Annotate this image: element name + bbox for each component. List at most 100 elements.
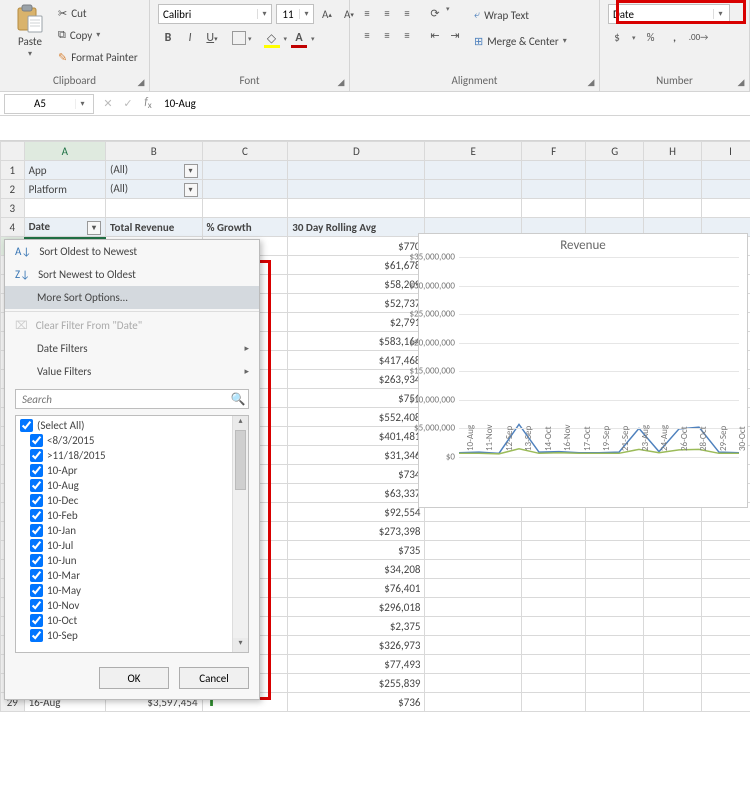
cell-header-rolling[interactable]: 30 Day Rolling Avg — [288, 218, 425, 237]
filter-checkbox[interactable] — [30, 449, 43, 462]
cell[interactable] — [644, 199, 702, 218]
cell[interactable] — [702, 655, 750, 674]
bold-button[interactable]: B — [158, 28, 178, 48]
cell[interactable] — [106, 199, 202, 218]
col-header-C[interactable]: C — [202, 142, 288, 161]
cell[interactable] — [644, 541, 702, 560]
cell[interactable] — [425, 180, 521, 199]
cell[interactable]: $77,493 — [288, 655, 425, 674]
percent-button[interactable]: % — [642, 28, 660, 46]
cell[interactable] — [586, 579, 644, 598]
increase-indent-icon[interactable]: ⇥ — [446, 26, 464, 44]
cell[interactable] — [586, 199, 644, 218]
underline-button[interactable]: U▾ — [202, 28, 222, 48]
cell[interactable] — [521, 180, 585, 199]
filter-drop-icon[interactable]: ▾ — [184, 164, 198, 178]
select-all-corner[interactable] — [1, 142, 25, 161]
cell-header-revenue[interactable]: Total Revenue — [106, 218, 202, 237]
cell[interactable] — [586, 161, 644, 180]
cell[interactable] — [644, 180, 702, 199]
filter-checkbox[interactable] — [30, 464, 43, 477]
merge-center-button[interactable]: ⊞ Merge & Center ▾ — [474, 30, 567, 52]
filter-drop-icon[interactable]: ▾ — [87, 221, 101, 235]
cell[interactable] — [702, 617, 750, 636]
cell[interactable] — [586, 541, 644, 560]
cell[interactable] — [521, 636, 585, 655]
filter-checkbox[interactable] — [30, 569, 43, 582]
comma-button[interactable]: , — [666, 28, 684, 46]
col-header-H[interactable]: H — [644, 142, 702, 161]
cell[interactable] — [425, 655, 521, 674]
cell[interactable]: App — [24, 161, 105, 180]
col-header-D[interactable]: D — [288, 142, 425, 161]
cell[interactable]: $734 — [288, 465, 425, 484]
font-size-combo[interactable]: ▾ — [276, 4, 314, 24]
ok-button[interactable]: OK — [99, 667, 169, 689]
cell[interactable] — [644, 598, 702, 617]
cell[interactable] — [425, 617, 521, 636]
cell-header-date[interactable]: Date▾ — [24, 218, 105, 237]
cell[interactable]: $273,398 — [288, 522, 425, 541]
cell[interactable]: $63,337 — [288, 484, 425, 503]
filter-checkbox[interactable] — [20, 419, 33, 432]
cancel-button[interactable]: Cancel — [179, 667, 249, 689]
cell[interactable] — [644, 674, 702, 693]
cell[interactable] — [24, 199, 105, 218]
cell[interactable] — [644, 693, 702, 712]
filter-search-input[interactable] — [16, 393, 228, 406]
font-name-input[interactable] — [159, 5, 257, 23]
filter-item[interactable]: (Select All) — [16, 418, 232, 433]
cell[interactable] — [425, 598, 521, 617]
cell[interactable] — [288, 161, 425, 180]
col-header-G[interactable]: G — [586, 142, 644, 161]
cell[interactable] — [202, 161, 288, 180]
cell[interactable] — [702, 560, 750, 579]
cell[interactable] — [586, 560, 644, 579]
alignment-dialog-launcher[interactable]: ◢ — [585, 77, 597, 89]
filter-checkbox[interactable] — [30, 584, 43, 597]
cell[interactable] — [702, 199, 750, 218]
orientation-icon[interactable]: ⟳ — [426, 4, 444, 22]
filter-item[interactable]: 10-Aug — [16, 478, 232, 493]
cell[interactable] — [644, 655, 702, 674]
align-right-icon[interactable]: ≡ — [398, 26, 416, 44]
font-color-button[interactable]: A — [289, 28, 309, 48]
cell[interactable]: $92,554 — [288, 503, 425, 522]
sort-newest-oldest[interactable]: Z↓ Sort Newest to Oldest — [5, 263, 259, 286]
filter-scrollbar[interactable]: ▴ ▾ — [232, 416, 248, 652]
cell[interactable]: $34,208 — [288, 560, 425, 579]
cell[interactable] — [586, 522, 644, 541]
name-box[interactable]: ▾ — [4, 94, 94, 114]
formula-input[interactable] — [158, 97, 750, 110]
col-header-B[interactable]: B — [106, 142, 202, 161]
cell[interactable] — [521, 161, 585, 180]
paste-button[interactable]: Paste ▾ — [8, 2, 52, 59]
search-icon[interactable]: 🔍 — [228, 392, 248, 407]
filter-item[interactable]: 10-Jun — [16, 553, 232, 568]
chart-revenue[interactable]: Revenue $0$5,000,000$10,000,000$15,000,0… — [418, 233, 748, 508]
scroll-up-icon[interactable]: ▴ — [233, 416, 248, 430]
grid[interactable]: ABCDEFGHI1App(All)▾2Platform(All)▾34Date… — [0, 141, 750, 712]
filter-checkbox[interactable] — [30, 554, 43, 567]
cell[interactable] — [644, 636, 702, 655]
filter-item[interactable]: 10-Jan — [16, 523, 232, 538]
cell[interactable] — [702, 693, 750, 712]
enter-formula-icon[interactable]: ✓ — [118, 97, 138, 110]
filter-search[interactable]: 🔍 — [15, 389, 249, 409]
cell[interactable]: $736 — [288, 693, 425, 712]
cell[interactable] — [702, 636, 750, 655]
filter-item[interactable]: 10-Sep — [16, 628, 232, 643]
row-header[interactable]: 4 — [1, 218, 25, 237]
col-header-I[interactable]: I — [702, 142, 750, 161]
increase-decimal-button[interactable]: .00→ — [690, 28, 708, 46]
cell[interactable] — [521, 522, 585, 541]
cell[interactable]: $255,839 — [288, 674, 425, 693]
cell[interactable] — [702, 598, 750, 617]
cell[interactable] — [202, 199, 288, 218]
cell[interactable] — [586, 180, 644, 199]
filter-item[interactable]: 10-Mar — [16, 568, 232, 583]
number-format-input[interactable] — [609, 5, 713, 23]
font-size-input[interactable] — [277, 5, 299, 23]
cell-header-growth[interactable]: % Growth — [202, 218, 288, 237]
filter-item[interactable]: 10-Apr — [16, 463, 232, 478]
